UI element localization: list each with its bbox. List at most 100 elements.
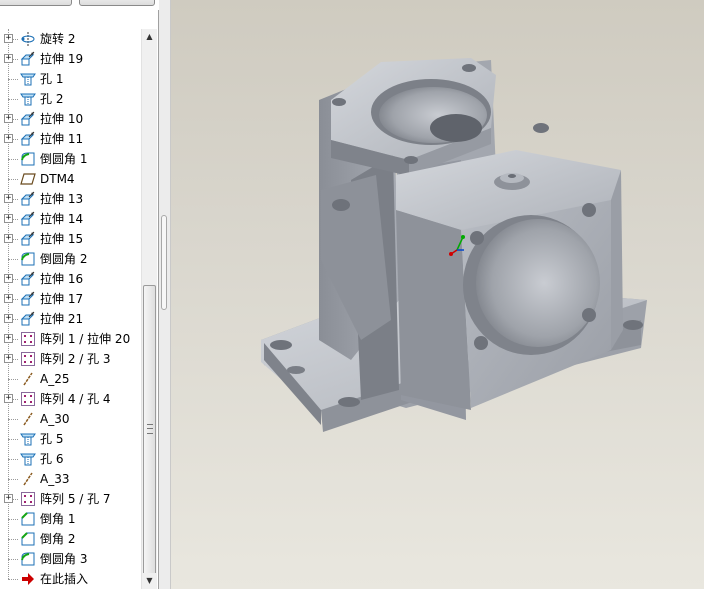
expand-plus-icon[interactable]: + bbox=[4, 194, 13, 203]
base-hole-icon bbox=[270, 340, 292, 350]
tree-branch-line bbox=[8, 579, 18, 580]
scrollbar-thumb[interactable] bbox=[143, 285, 156, 575]
tree-item[interactable]: + 拉伸 15 bbox=[0, 229, 141, 249]
tree-branch-line bbox=[8, 539, 18, 540]
tree-item[interactable]: 孔 1 bbox=[0, 69, 141, 89]
hole-icon bbox=[20, 91, 36, 107]
tree-item[interactable]: + 拉伸 17 bbox=[0, 289, 141, 309]
datum-axis-icon bbox=[20, 471, 36, 487]
tree-item[interactable]: 倒圆角 2 bbox=[0, 249, 141, 269]
tree-item[interactable]: + 拉伸 21 bbox=[0, 309, 141, 329]
tree-item[interactable]: A_30 bbox=[0, 409, 141, 429]
extrude-icon bbox=[20, 131, 36, 147]
expand-plus-icon[interactable]: + bbox=[4, 54, 13, 63]
tree-item-label: 倒角 2 bbox=[40, 532, 76, 546]
tree-item[interactable]: + 拉伸 14 bbox=[0, 209, 141, 229]
expand-plus-icon[interactable]: + bbox=[4, 354, 13, 363]
hole-icon bbox=[20, 431, 36, 447]
rib-hole-icon bbox=[332, 199, 350, 211]
extrude-icon bbox=[20, 111, 36, 127]
3d-viewport[interactable] bbox=[171, 0, 704, 589]
tree-item[interactable]: + 阵列 5 / 孔 7 bbox=[0, 489, 141, 509]
model-tree: + 旋转 2 + 拉伸 19 孔 1 孔 2 + 拉伸 10 + 拉伸 11 倒圆角 1 DTM4 + 拉… bbox=[0, 29, 141, 589]
round-icon bbox=[20, 251, 36, 267]
expand-plus-icon[interactable]: + bbox=[4, 114, 13, 123]
datum-axis-icon bbox=[20, 411, 36, 427]
panel-tab-left[interactable] bbox=[0, 0, 72, 6]
tree-scrollbar[interactable]: ▲ ▼ bbox=[141, 29, 157, 589]
tree-item[interactable]: + 阵列 1 / 拉伸 20 bbox=[0, 329, 141, 349]
tree-item[interactable]: 在此插入 bbox=[0, 569, 141, 589]
panel-splitter[interactable] bbox=[159, 0, 171, 589]
expand-plus-icon[interactable]: + bbox=[4, 314, 13, 323]
tree-item-label: 孔 2 bbox=[40, 92, 64, 106]
tree-item[interactable]: + 拉伸 10 bbox=[0, 109, 141, 129]
hole-icon bbox=[20, 71, 36, 87]
grip-icon bbox=[147, 424, 153, 434]
tree-item[interactable]: 孔 2 bbox=[0, 89, 141, 109]
extrude-icon bbox=[20, 51, 36, 67]
tree-branch-line bbox=[8, 99, 18, 100]
flange-hole-icon bbox=[462, 64, 476, 72]
round-icon bbox=[20, 151, 36, 167]
tree-item[interactable]: DTM4 bbox=[0, 169, 141, 189]
base-hole-icon bbox=[623, 320, 643, 330]
expand-plus-icon[interactable]: + bbox=[4, 214, 13, 223]
extrude-icon bbox=[20, 311, 36, 327]
tree-item[interactable]: + 拉伸 13 bbox=[0, 189, 141, 209]
pattern-icon bbox=[20, 491, 36, 507]
expand-plus-icon[interactable]: + bbox=[4, 134, 13, 143]
hole-icon bbox=[20, 451, 36, 467]
scroll-down-button[interactable]: ▼ bbox=[142, 573, 157, 589]
tree-item[interactable]: 倒角 1 bbox=[0, 509, 141, 529]
tree-item[interactable]: + 旋转 2 bbox=[0, 29, 141, 49]
extrude-icon bbox=[20, 211, 36, 227]
tree-item[interactable]: + 拉伸 11 bbox=[0, 129, 141, 149]
tree-branch-line bbox=[8, 439, 18, 440]
tree-item-label: 拉伸 15 bbox=[40, 232, 84, 246]
tree-item[interactable]: 孔 6 bbox=[0, 449, 141, 469]
chamfer-icon bbox=[20, 511, 36, 527]
tree-item[interactable]: + 阵列 4 / 孔 4 bbox=[0, 389, 141, 409]
tree-item-label: 拉伸 21 bbox=[40, 312, 84, 326]
tree-item-label: DTM4 bbox=[40, 172, 75, 186]
tree-item[interactable]: + 拉伸 19 bbox=[0, 49, 141, 69]
cad-model-housing[interactable] bbox=[171, 0, 704, 589]
expand-plus-icon[interactable]: + bbox=[4, 394, 13, 403]
tree-item[interactable]: A_25 bbox=[0, 369, 141, 389]
tree-item-label: 拉伸 11 bbox=[40, 132, 84, 146]
tree-item[interactable]: 倒圆角 1 bbox=[0, 149, 141, 169]
tree-item[interactable]: 倒圆角 3 bbox=[0, 549, 141, 569]
scroll-up-button[interactable]: ▲ bbox=[142, 29, 157, 45]
tree-item[interactable]: + 拉伸 16 bbox=[0, 269, 141, 289]
tree-item[interactable]: 倒角 2 bbox=[0, 529, 141, 549]
extrude-icon bbox=[20, 191, 36, 207]
tree-item[interactable]: + 阵列 2 / 孔 3 bbox=[0, 349, 141, 369]
tree-branch-line bbox=[8, 79, 18, 80]
tree-item-label: 阵列 2 / 孔 3 bbox=[40, 352, 111, 366]
flange-hole-icon bbox=[404, 156, 418, 164]
expand-plus-icon[interactable]: + bbox=[4, 234, 13, 243]
tree-item-label: 拉伸 17 bbox=[40, 292, 84, 306]
tree-item-label: 拉伸 13 bbox=[40, 192, 84, 206]
tree-item-label: 旋转 2 bbox=[40, 32, 76, 46]
model-tree-panel: + 旋转 2 + 拉伸 19 孔 1 孔 2 + 拉伸 10 + 拉伸 11 倒圆角 1 DTM4 + 拉… bbox=[0, 0, 159, 589]
tree-branch-line bbox=[8, 479, 18, 480]
tree-item[interactable]: A_33 bbox=[0, 469, 141, 489]
expand-plus-icon[interactable]: + bbox=[4, 334, 13, 343]
expand-plus-icon[interactable]: + bbox=[4, 34, 13, 43]
tree-branch-line bbox=[8, 259, 18, 260]
tree-item[interactable]: 孔 5 bbox=[0, 429, 141, 449]
tree-branch-line bbox=[8, 159, 18, 160]
tree-item-label: 倒角 1 bbox=[40, 512, 76, 526]
tree-item-label: A_30 bbox=[40, 412, 70, 426]
tree-item-label: 孔 6 bbox=[40, 452, 64, 466]
expand-plus-icon[interactable]: + bbox=[4, 294, 13, 303]
pattern-icon bbox=[20, 351, 36, 367]
right-bore-block bbox=[396, 150, 623, 410]
expand-plus-icon[interactable]: + bbox=[4, 494, 13, 503]
expand-plus-icon[interactable]: + bbox=[4, 274, 13, 283]
tree-item-label: 倒圆角 3 bbox=[40, 552, 88, 566]
panel-tab-right[interactable] bbox=[79, 0, 155, 6]
splitter-handle[interactable] bbox=[161, 215, 167, 310]
